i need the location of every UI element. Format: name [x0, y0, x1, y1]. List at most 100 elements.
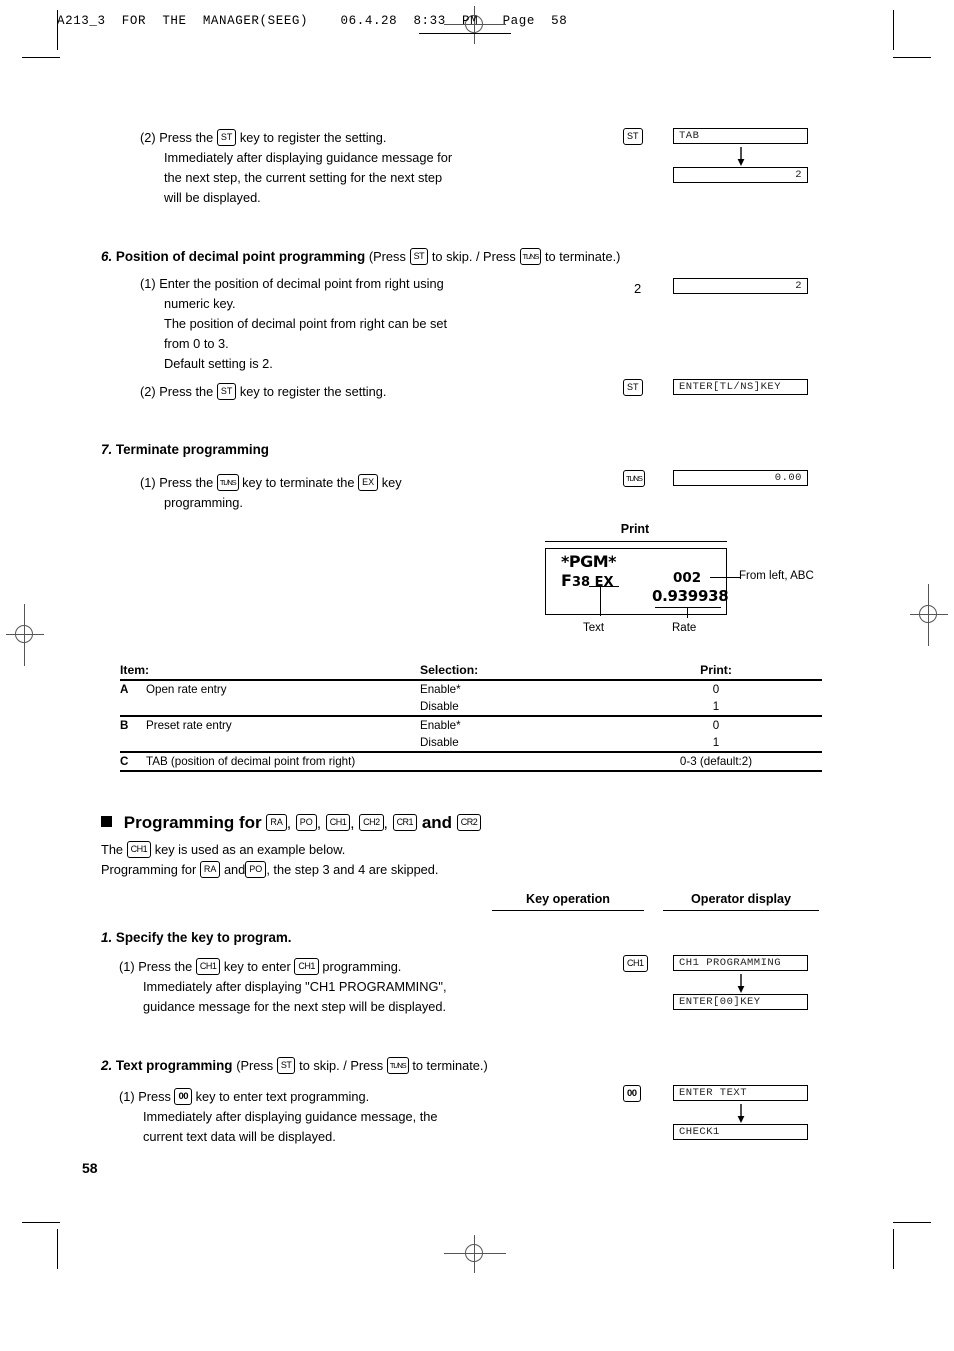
crop-mark-top-right-v — [893, 10, 894, 50]
key-00-icon: 00 — [174, 1088, 193, 1106]
print-sample-line-pgm: *PGM* — [561, 552, 617, 571]
crop-mark-top-left-h — [22, 57, 60, 58]
step1-item1-line2: Immediately after displaying "CH1 PROGRA… — [143, 979, 447, 994]
key-tlns-icon: TL/NS — [386, 1057, 409, 1074]
step6-keyop-numeric: 2 — [634, 281, 642, 296]
crop-mark-bottom-right-h — [893, 1222, 931, 1223]
step2-title: Text programming — [115, 1058, 233, 1074]
step7-heading: 7. Terminate programming — [101, 442, 269, 457]
selection-row-print: 0 — [610, 715, 822, 734]
selection-table-header-print: Print: — [610, 663, 822, 681]
step2-item1-line1: (1) Press 00 key to enter text programmi… — [119, 1088, 370, 1106]
key-st-icon: ST — [216, 383, 237, 401]
key-ch1-icon: CH1 — [294, 958, 319, 976]
step2-paren-open: (Press — [236, 1058, 274, 1074]
crop-mark-bottom-left-h — [22, 1222, 60, 1223]
key-st-icon: ST — [623, 379, 643, 397]
print-sample-title: Print — [620, 522, 650, 536]
step6-display-value: 2 — [673, 278, 808, 294]
selection-row-desc: Preset rate entry — [146, 715, 420, 752]
step1-arrow-down-icon — [734, 974, 748, 994]
step7-item1-block: (1) Press the TL/NS key to terminate the… — [140, 473, 540, 513]
step2-arrow-down-icon — [734, 1104, 748, 1124]
selection-row-print: 1 — [712, 700, 720, 713]
key-ch1-icon: CH1 — [325, 814, 351, 832]
step2-item1-line2: Immediately after displaying guidance me… — [143, 1109, 438, 1124]
step6-heading: 6. Position of decimal point programming… — [101, 248, 801, 266]
step1-display-ch1-programming: CH1 PROGRAMMING — [673, 955, 808, 971]
step1-item1-block: (1) Press the CH1 key to enter CH1 progr… — [119, 957, 539, 1017]
step6-item2-line1: (2) Press the ST key to register the set… — [140, 383, 387, 401]
key-ch2-icon: CH2 — [359, 814, 384, 832]
prog-section-and: and — [421, 813, 453, 832]
key-po-icon: PO — [295, 814, 317, 832]
print-sample-label-from-left: From left, ABC — [739, 570, 814, 582]
print-sample-title-rule — [545, 541, 727, 542]
crop-mark-top-right-h — [893, 57, 931, 58]
key-ra-icon: RA — [199, 861, 221, 879]
selection-row-desc: Open rate entry — [146, 679, 420, 716]
selection-table-header-selection: Selection: — [420, 663, 610, 681]
column-header-operator-display: Operator display — [690, 892, 792, 906]
step7-item1-line1: (1) Press the TL/NS key to terminate the… — [140, 474, 402, 492]
selection-row-item: C — [120, 751, 146, 772]
step5-arrow-down-icon — [734, 147, 748, 167]
prog-section-heading: Programming for RA, PO, CH1, CH2, CR1 an… — [101, 813, 801, 833]
step6-paren-mid: to skip. / Press — [431, 249, 516, 265]
print-sample-38: 38 — [571, 575, 591, 590]
key-tlns-icon: TL/NS — [623, 470, 645, 488]
selection-row-desc: TAB (position of decimal point from righ… — [146, 751, 610, 772]
step5-display-value: 2 — [673, 167, 808, 183]
key-00-icon: 00 — [623, 1085, 641, 1103]
key-tlns-icon: TL/NS — [216, 474, 239, 492]
step1-keyop-ch1: CH1 — [623, 955, 648, 974]
step6-item1-line1: (1) Enter the position of decimal point … — [140, 276, 444, 291]
step2-paren-mid: to skip. / Press — [299, 1058, 384, 1074]
step7-keyop-tlns: TL/NS — [623, 470, 645, 489]
selection-row-print: 1 — [712, 736, 720, 749]
step2-keyop-00: 00 — [623, 1085, 641, 1104]
column-header-key-operation: Key operation — [526, 892, 610, 906]
step5-item2-line2: Immediately after displaying guidance me… — [164, 150, 453, 165]
print-sample-f: F — [561, 571, 572, 590]
step1-item1-line3: guidance message for the next step will … — [143, 999, 447, 1014]
registration-mark-right — [910, 584, 948, 646]
page-header-imprint: A213_3 FOR THE MANAGER(SEEG) 06.4.28 8:3… — [57, 14, 568, 28]
print-sample-number: 002 — [673, 570, 702, 586]
step2-display-enter-text: ENTER TEXT — [673, 1085, 808, 1101]
step6-item1-line2: numeric key. — [164, 296, 236, 311]
step6-display-enter-tlns: ENTER[TL/NS]KEY — [673, 379, 808, 395]
crop-mark-bottom-left-v — [57, 1229, 58, 1269]
print-sample-rate-underline — [655, 607, 721, 608]
selection-row-selection: Disable — [420, 700, 459, 713]
selection-row-item: B — [120, 715, 146, 752]
step1-item1-line1: (1) Press the CH1 key to enter CH1 progr… — [119, 958, 402, 976]
table-row: C TAB (position of decimal point from ri… — [120, 751, 822, 772]
step6-item1-block: (1) Enter the position of decimal point … — [140, 274, 520, 374]
step1-display-enter-00: ENTER[00]KEY — [673, 994, 808, 1010]
print-sample-ex: EX — [594, 575, 614, 590]
selection-table: Item: Selection: Print: A Open rate entr… — [120, 663, 822, 772]
selection-row-print: 0 — [610, 679, 822, 698]
step2-number: 2. — [101, 1058, 113, 1074]
step5-item2-line4: will be displayed. — [164, 190, 261, 205]
registration-mark-bottom — [444, 1235, 506, 1273]
print-sample-text-leader-v — [600, 586, 601, 616]
key-st-icon: ST — [623, 128, 643, 146]
selection-row-selection: Disable — [420, 736, 459, 749]
step6-item1-line5: Default setting is 2. — [164, 356, 273, 371]
page-number: 58 — [82, 1160, 98, 1176]
step6-item1-line3: The position of decimal point from right… — [164, 316, 448, 331]
step5-item2-line3: the next step, the current setting for t… — [164, 170, 443, 185]
key-tlns-icon: TL/NS — [519, 248, 542, 265]
prog-section-note1: The CH1 key is used as an example below. — [101, 841, 346, 859]
selection-row-selection: Enable* — [420, 679, 610, 698]
step6-number: 6. — [101, 249, 113, 265]
table-row: B Preset rate entry Enable* 0 — [120, 715, 822, 752]
key-ra-icon: RA — [266, 814, 287, 832]
step1-number: 1. — [101, 930, 113, 945]
key-cr1-icon: CR1 — [392, 814, 418, 832]
step7-title: Terminate programming — [115, 442, 269, 457]
selection-table-header-item: Item: — [120, 663, 420, 681]
column-header-operator-display-rule — [663, 910, 819, 911]
